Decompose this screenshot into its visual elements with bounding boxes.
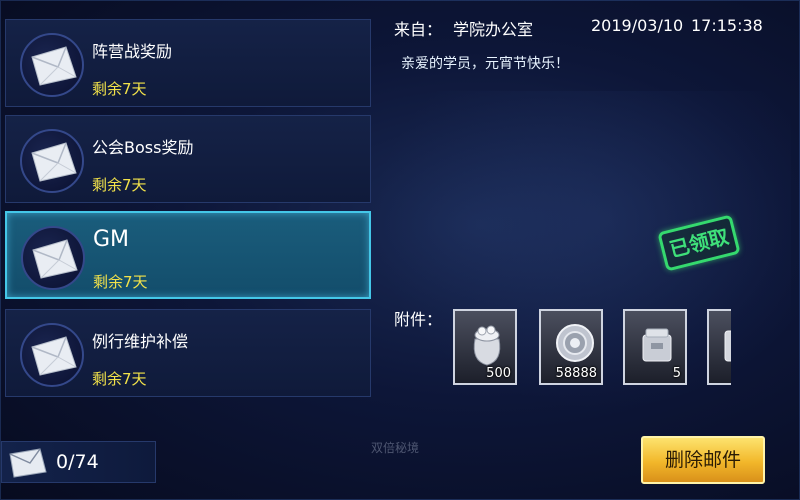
coin-bag-icon xyxy=(467,321,507,371)
mail-count: 0/74 xyxy=(56,451,99,473)
envelope-icon xyxy=(20,33,84,97)
attachment-slot[interactable] xyxy=(707,309,731,385)
mail-title: GM xyxy=(93,227,130,252)
mail-date: 2019/03/10 xyxy=(591,16,684,35)
attachment-slot[interactable]: 500 xyxy=(453,309,517,385)
mail-title: 公会Boss奖励 xyxy=(92,138,194,157)
mail-remaining-time: 剩余7天 xyxy=(92,176,147,194)
supply-box-icon xyxy=(637,321,677,371)
attachment-count: 5 xyxy=(672,366,681,381)
mail-item-gm[interactable]: GM 剩余7天 xyxy=(5,211,371,299)
mail-window: 双倍秘境 阵营战奖励 剩余7天 公会Boss奖励 剩余7天 GM 剩余7天 例行… xyxy=(0,0,800,500)
mail-title: 阵营战奖励 xyxy=(92,42,173,61)
mail-counter: 0/74 xyxy=(1,441,156,483)
sender-label: 来自： xyxy=(394,20,443,39)
delete-mail-button[interactable]: 删除邮件 xyxy=(641,436,765,484)
background-text: 双倍秘境 xyxy=(371,441,420,455)
attachments-strip[interactable]: 500 58888 5 xyxy=(453,309,731,387)
envelope-icon xyxy=(21,226,85,290)
envelope-icon xyxy=(8,448,48,482)
envelope-icon xyxy=(20,323,84,387)
mail-item-faction-reward[interactable]: 阵营战奖励 剩余7天 xyxy=(5,19,371,107)
mail-remaining-time: 剩余7天 xyxy=(92,370,147,388)
sender-name: 学院办公室 xyxy=(453,20,534,39)
mail-remaining-time: 剩余7天 xyxy=(92,80,147,98)
mail-body: 亲爱的学员，元宵节快乐！ xyxy=(401,56,569,72)
silver-coin-icon xyxy=(553,321,597,371)
attachment-slot[interactable]: 5 xyxy=(623,309,687,385)
envelope-icon xyxy=(20,129,84,193)
mail-item-maintenance-compensation[interactable]: 例行维护补偿 剩余7天 xyxy=(5,309,371,397)
mail-time: 17:15:38 xyxy=(691,16,763,35)
attachment-slot[interactable]: 58888 xyxy=(539,309,603,385)
attachment-count: 500 xyxy=(486,366,511,381)
mail-remaining-time: 剩余7天 xyxy=(93,273,148,291)
item-icon xyxy=(721,321,731,371)
mail-list: 阵营战奖励 剩余7天 公会Boss奖励 剩余7天 GM 剩余7天 例行维护补偿 … xyxy=(5,19,371,397)
mail-item-guild-boss-reward[interactable]: 公会Boss奖励 剩余7天 xyxy=(5,115,371,203)
mail-title: 例行维护补偿 xyxy=(92,332,189,351)
attachment-count: 58888 xyxy=(555,366,597,381)
attachments-label: 附件： xyxy=(394,310,443,329)
